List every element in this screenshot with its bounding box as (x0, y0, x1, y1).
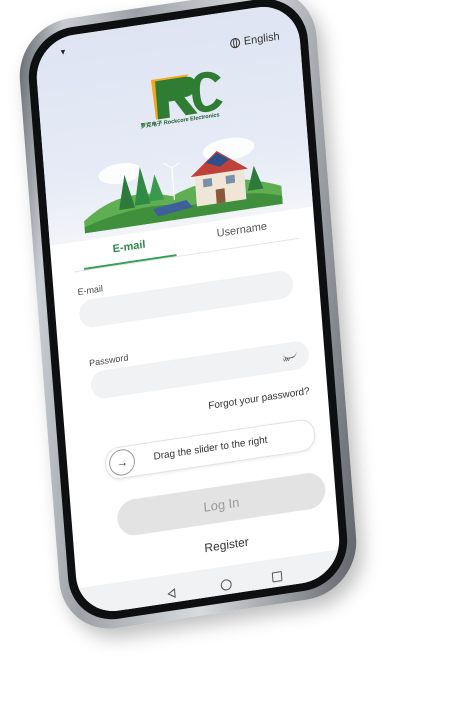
slider-instruction: Drag the slider to the right (153, 434, 268, 463)
phone-screen: ▾ English 罗克电子 Rockcore Electronics E-ma… (33, 1, 343, 617)
password-label: Password (88, 352, 129, 369)
status-caret-icon: ▾ (60, 46, 66, 57)
recent-apps-icon[interactable] (271, 571, 283, 583)
forgot-password-link[interactable]: Forgot your password? (208, 386, 310, 412)
back-icon[interactable] (167, 587, 176, 600)
email-label: E-mail (77, 283, 104, 298)
logo-letter-r (155, 76, 198, 120)
phone-bezel: ▾ English 罗克电子 Rockcore Electronics E-ma… (25, 0, 351, 626)
login-screen: ▾ English 罗克电子 Rockcore Electronics E-ma… (33, 1, 343, 617)
slider-handle[interactable]: → (108, 447, 136, 478)
phone-frame: ▾ English 罗克电子 Rockcore Electronics E-ma… (15, 0, 361, 636)
logo-letter-c (191, 71, 223, 113)
eye-closed-icon[interactable] (282, 351, 297, 360)
arrow-right-icon: → (115, 454, 129, 471)
email-field[interactable] (78, 269, 295, 330)
globe-icon (229, 37, 241, 49)
home-icon[interactable] (220, 578, 233, 592)
drag-verify-slider[interactable]: → Drag the slider to the right (103, 417, 317, 481)
